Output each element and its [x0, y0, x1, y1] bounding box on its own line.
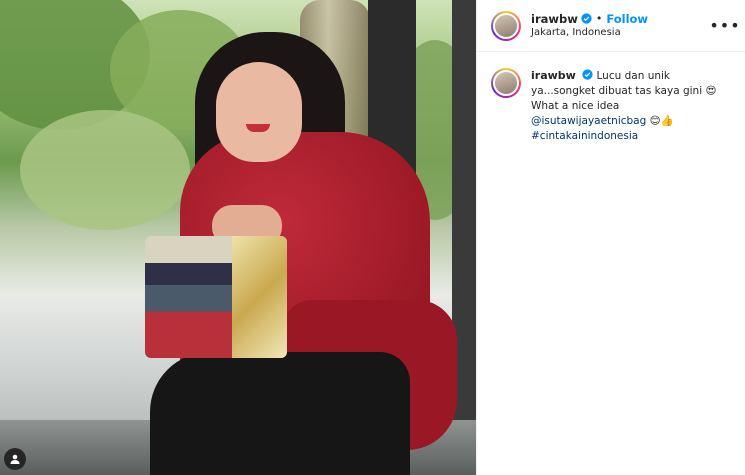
post-header: irawbw • Follow Jakarta, Indonesia ••• [477, 0, 745, 52]
face [216, 62, 302, 162]
handbag-gold-panel [232, 236, 287, 358]
heart-eyes-emoji: 😍 [705, 85, 717, 97]
caption-body: irawbw Lucu dan unik ya...songket dibuat… [531, 68, 731, 144]
caption: irawbw Lucu dan unik ya...songket dibuat… [477, 52, 745, 144]
user-tag-icon[interactable] [4, 448, 26, 470]
smile-thumbs-emoji: 😊👍 [649, 115, 674, 127]
username-link[interactable]: irawbw [531, 12, 578, 26]
post-sidebar: irawbw • Follow Jakarta, Indonesia ••• i… [476, 0, 745, 475]
header-text: irawbw • Follow Jakarta, Indonesia [531, 12, 715, 40]
verified-badge-icon [581, 13, 592, 24]
black-trousers [150, 352, 410, 475]
hashtag-link[interactable]: #cintakainindonesia [531, 130, 638, 142]
post-photo[interactable] [0, 0, 476, 475]
avatar[interactable] [491, 10, 521, 41]
caption-username-link[interactable]: irawbw [531, 69, 576, 82]
verified-badge-icon [582, 69, 593, 80]
separator-dot: • [595, 11, 603, 25]
follow-button[interactable]: Follow [606, 12, 648, 26]
mention-link[interactable]: @isutawijayaetnicbag [531, 115, 646, 127]
caption-avatar[interactable] [491, 68, 521, 98]
foliage [20, 110, 190, 230]
caption-text: What a nice idea [531, 100, 620, 112]
more-options-icon[interactable]: ••• [709, 16, 739, 36]
location-link[interactable]: Jakarta, Indonesia [531, 26, 715, 40]
